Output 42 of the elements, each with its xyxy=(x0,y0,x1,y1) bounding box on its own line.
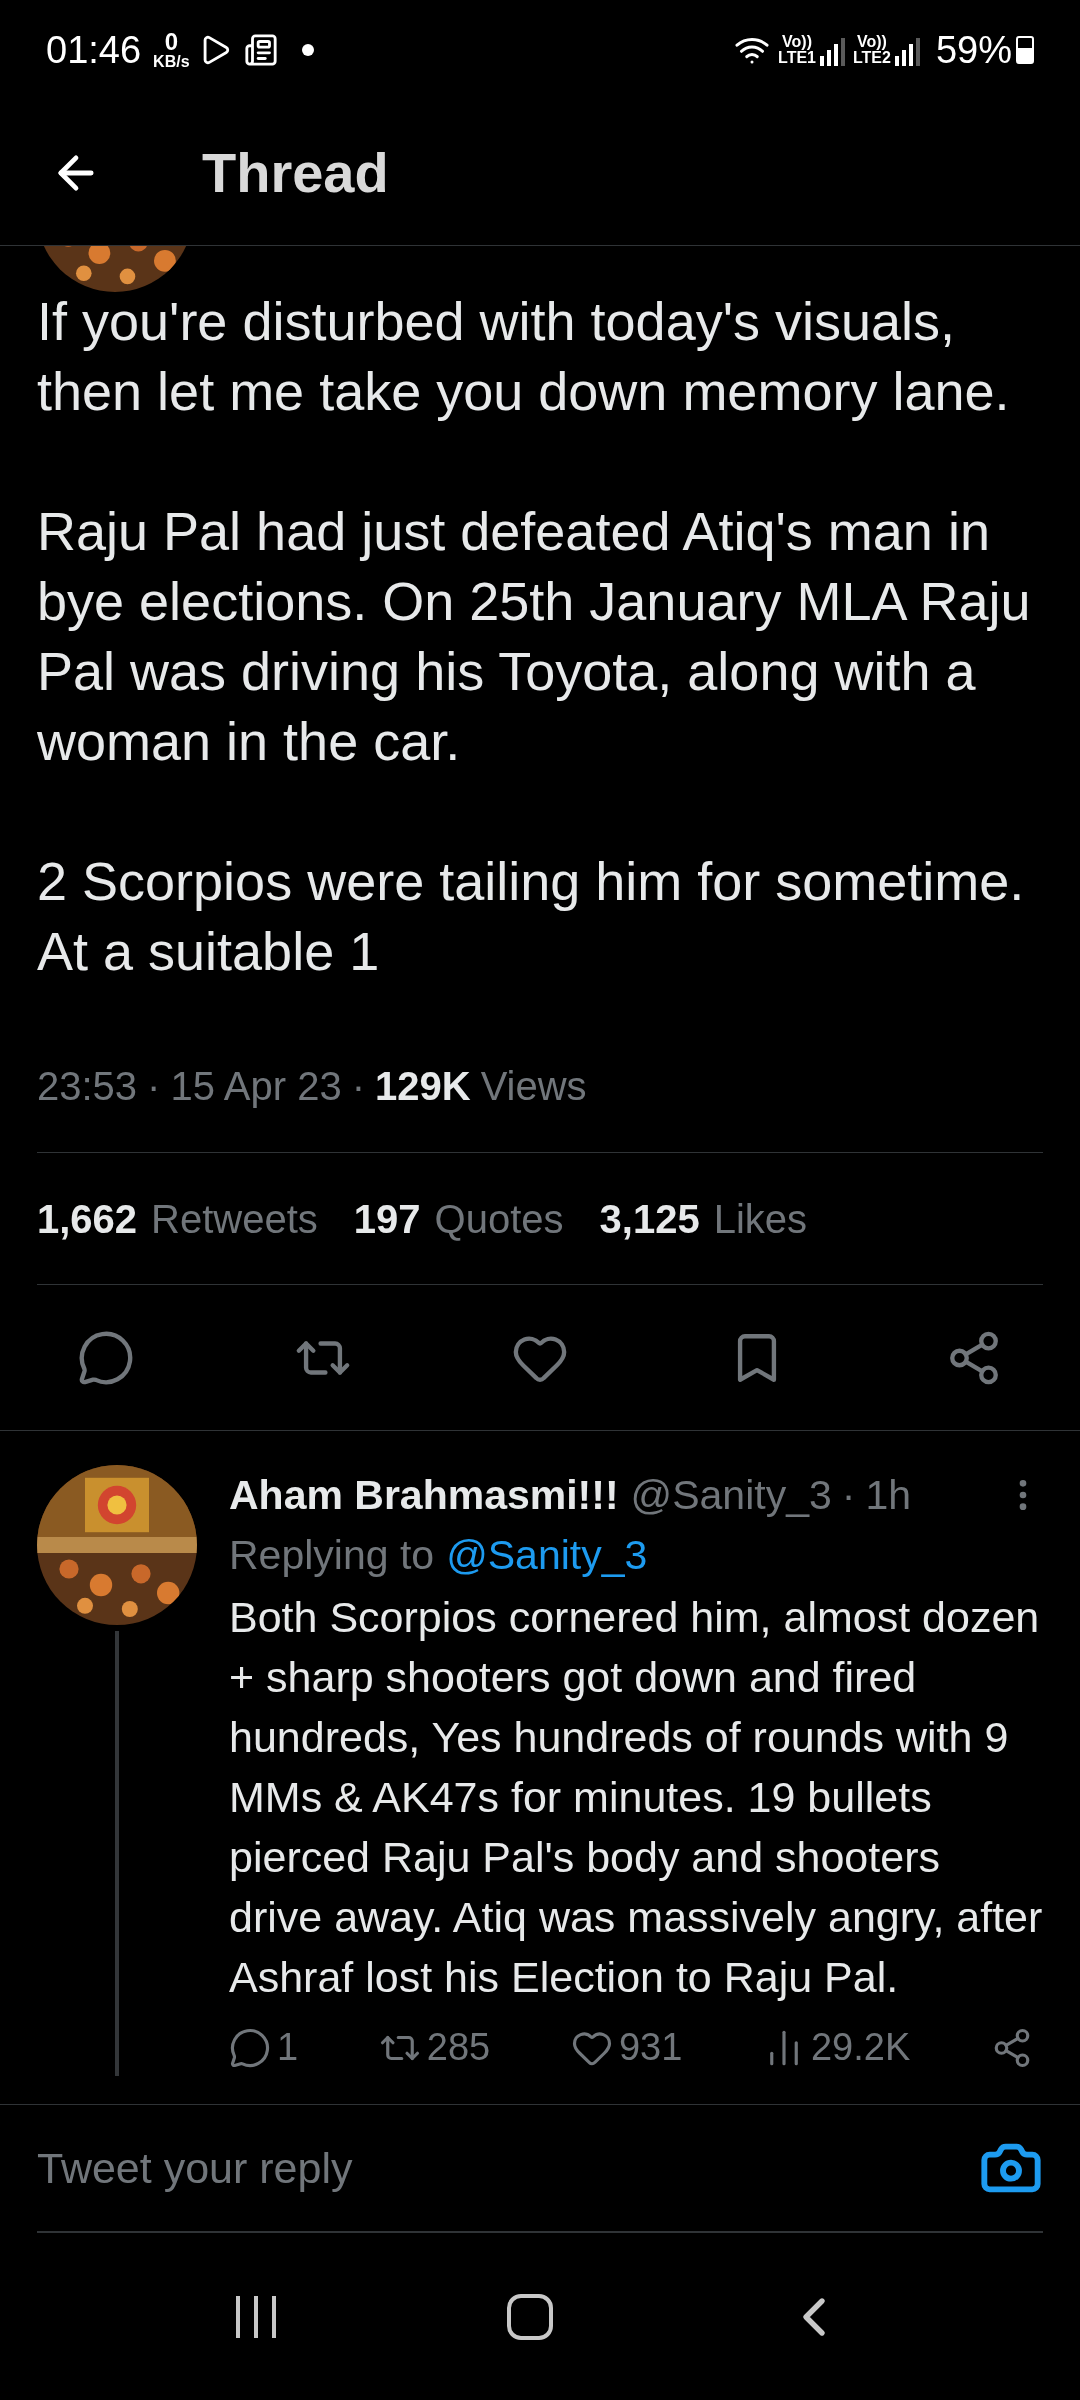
replying-label: Replying to xyxy=(229,1531,435,1580)
action-count: 285 xyxy=(426,2025,491,2070)
status-time: 01:46 xyxy=(46,27,142,73)
reply-input[interactable]: Tweet your reply xyxy=(37,2135,979,2201)
separator-dot: · xyxy=(147,1063,161,1110)
tweet-text: Raju Pal had just defeated Atiq's man in bye elections. On 25th January MLA Raju Pal was driving his Toyota, along with a woman in the car. xyxy=(37,500,1032,773)
author-name[interactable]: Aham Brahmasmi!!! xyxy=(229,1465,619,1525)
reply-icon[interactable] xyxy=(229,2026,271,2069)
net-speed: 0 xyxy=(164,30,178,54)
author-handle: @Sanity_3 xyxy=(630,1471,832,1520)
signal-icon xyxy=(894,38,920,66)
tweet-date: 15 Apr 23 xyxy=(170,1063,342,1110)
net-speed-unit: KB/s xyxy=(153,54,190,70)
home-icon[interactable] xyxy=(507,2293,553,2340)
tweet-text: 2 Scorpios were tailing him for sometime. At a suitable 1 xyxy=(37,850,1026,983)
battery-percent: 59% xyxy=(935,27,1012,73)
tweet-text: If you're disturbed with today's visuals, then let me take you down memory lane. xyxy=(37,290,1011,423)
battery-icon xyxy=(1016,36,1034,64)
stat-label[interactable]: Quotes xyxy=(434,1188,564,1249)
views-count: 129K xyxy=(375,1063,471,1110)
stat-count[interactable]: 197 xyxy=(353,1188,421,1249)
lte-label: LTE2 xyxy=(853,50,891,66)
action-count: 29.2K xyxy=(810,2025,911,2070)
reply-time: 1h xyxy=(865,1471,912,1520)
lte-label: LTE1 xyxy=(778,50,816,66)
action-count: 931 xyxy=(618,2025,683,2070)
header-title: Thread xyxy=(202,139,389,206)
stat-label[interactable]: Retweets xyxy=(151,1188,318,1249)
separator-dot: · xyxy=(841,1471,856,1520)
volte-label: Vo)) xyxy=(857,34,887,50)
recent-apps-icon[interactable] xyxy=(234,2293,279,2340)
action-count: 1 xyxy=(277,2025,299,2070)
tweet-time: 23:53 xyxy=(37,1063,138,1110)
reply-text: Both Scorpios cornered him, almost dozen + sharp shooters got down and fired hundreds, Yes hundreds of rounds with 9 MMs & AK47s for minutes. 19 bullets pierced Raju Pal's body and shooters drive away. Atiq was massively angry, after Ashraf lost his Election to Raju Pal. xyxy=(229,1592,1043,2003)
mention-link[interactable]: @Sanity_3 xyxy=(446,1525,648,1585)
stat-count[interactable]: 1,662 xyxy=(37,1188,138,1249)
stat-count[interactable]: 3,125 xyxy=(599,1188,700,1249)
signal-icon xyxy=(820,38,845,66)
stat-label[interactable]: Likes xyxy=(713,1188,808,1249)
separator-dot: · xyxy=(351,1063,365,1110)
views-label: Views xyxy=(480,1063,587,1110)
volte-label: Vo)) xyxy=(782,34,812,50)
